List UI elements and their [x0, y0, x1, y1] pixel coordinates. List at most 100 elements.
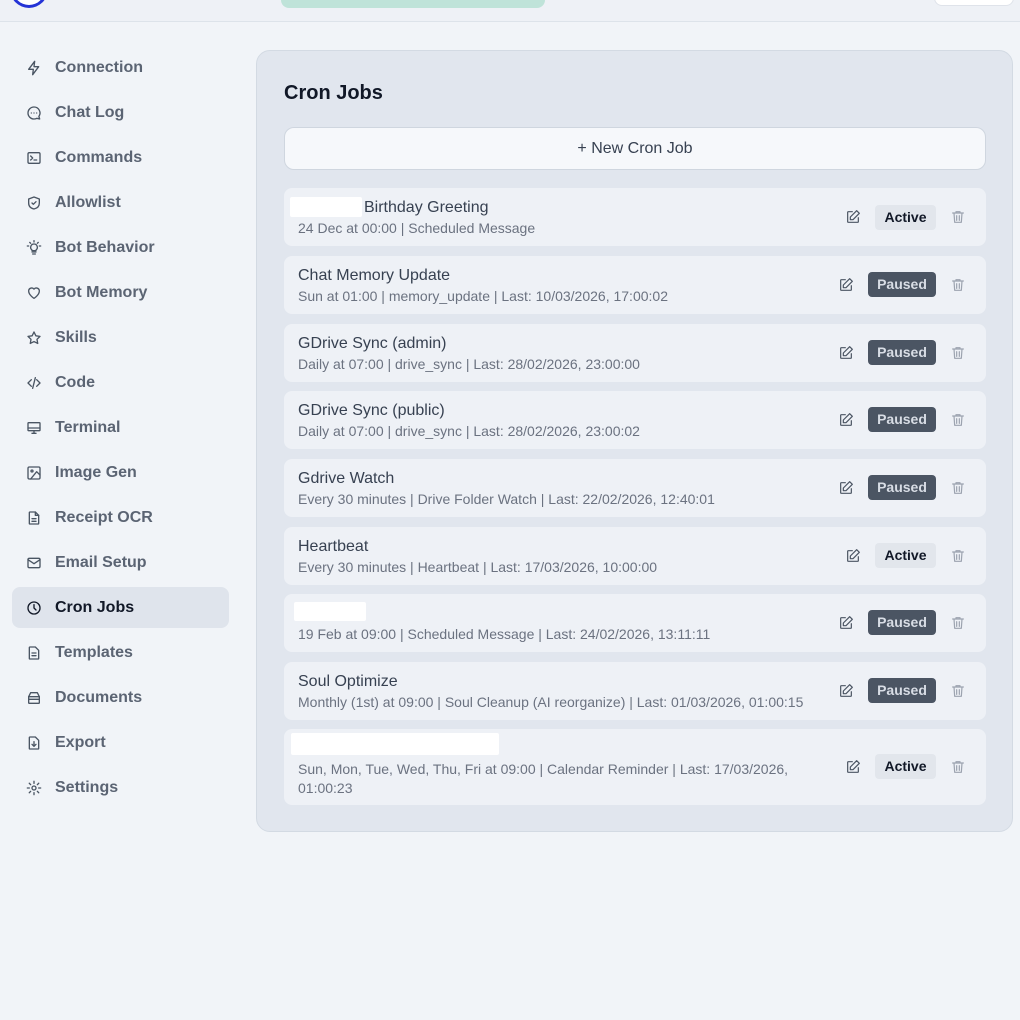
edit-icon[interactable]	[845, 209, 861, 225]
trash-icon[interactable]	[950, 548, 966, 564]
sidebar-item-label: Bot Memory	[55, 283, 148, 301]
edit-icon[interactable]	[838, 615, 854, 631]
sidebar-item-label: Receipt OCR	[55, 508, 153, 526]
sidebar: Connection Chat Log Commands Allowlist B…	[12, 47, 229, 812]
trash-icon[interactable]	[950, 345, 966, 361]
sidebar-item-label: Export	[55, 733, 106, 751]
job-name: Soul Optimize	[298, 673, 398, 690]
cron-job-row[interactable]: GDrive Sync (admin) Daily at 07:00 | dri…	[284, 324, 986, 382]
status-badge[interactable]: Paused	[868, 340, 936, 365]
sidebar-item-label: Templates	[55, 643, 133, 661]
sidebar-item-templates[interactable]: Templates	[12, 632, 229, 673]
trash-icon[interactable]	[950, 277, 966, 293]
sidebar-item-commands[interactable]: Commands	[12, 137, 229, 178]
cron-job-row[interactable]: Soul Optimize Monthly (1st) at 09:00 | S…	[284, 662, 986, 720]
sidebar-item-label: Cron Jobs	[55, 598, 135, 616]
top-bar	[0, 0, 1020, 22]
new-cron-job-button[interactable]: + New Cron Job	[284, 127, 986, 170]
sidebar-item-documents[interactable]: Documents	[12, 677, 229, 718]
shield-check-icon	[25, 194, 43, 212]
redacted-text	[291, 733, 499, 755]
sidebar-item-label: Allowlist	[55, 193, 121, 211]
cron-job-row[interactable]: Chat Memory Update Sun at 01:00 | memory…	[284, 256, 986, 314]
top-right-button[interactable]	[934, 0, 1014, 6]
redacted-text	[294, 602, 366, 621]
trash-icon[interactable]	[950, 412, 966, 428]
download-file-icon	[25, 734, 43, 752]
status-badge[interactable]: Paused	[868, 610, 936, 635]
sidebar-item-settings[interactable]: Settings	[12, 767, 229, 808]
sidebar-item-label: Image Gen	[55, 463, 137, 481]
sidebar-item-skills[interactable]: Skills	[12, 317, 229, 358]
bolt-icon	[25, 59, 43, 77]
sidebar-item-chat-log[interactable]: Chat Log	[12, 92, 229, 133]
sidebar-item-allowlist[interactable]: Allowlist	[12, 182, 229, 223]
status-badge[interactable]: Active	[875, 543, 936, 568]
status-badge[interactable]: Paused	[868, 272, 936, 297]
sidebar-item-label: Terminal	[55, 418, 121, 436]
edit-icon[interactable]	[838, 277, 854, 293]
cron-jobs-panel: Cron Jobs + New Cron Job Birthday Greeti…	[256, 50, 1013, 832]
sidebar-item-label: Skills	[55, 328, 97, 346]
job-schedule: 19 Feb at 09:00 | Scheduled Message | La…	[298, 626, 711, 642]
trash-icon[interactable]	[950, 209, 966, 225]
sidebar-item-export[interactable]: Export	[12, 722, 229, 763]
archive-icon	[25, 689, 43, 707]
edit-icon[interactable]	[838, 412, 854, 428]
job-name: Gdrive Watch	[298, 470, 395, 487]
cron-job-row[interactable]: GDrive Sync (public) Daily at 07:00 | dr…	[284, 391, 986, 449]
cron-job-row[interactable]: Sun, Mon, Tue, Wed, Thu, Fri at 09:00 | …	[284, 729, 986, 805]
trash-icon[interactable]	[950, 615, 966, 631]
status-badge[interactable]: Paused	[868, 407, 936, 432]
monitor-icon	[25, 419, 43, 437]
job-name: Heartbeat	[298, 538, 369, 555]
status-badge[interactable]: Active	[875, 754, 936, 779]
sidebar-item-bot-memory[interactable]: Bot Memory	[12, 272, 229, 313]
mail-icon	[25, 554, 43, 572]
edit-icon[interactable]	[838, 345, 854, 361]
cron-job-row[interactable]: Heartbeat Every 30 minutes | Heartbeat |…	[284, 527, 986, 585]
redacted-text	[290, 197, 362, 217]
sidebar-item-bot-behavior[interactable]: Bot Behavior	[12, 227, 229, 268]
star-icon	[25, 329, 43, 347]
trash-icon[interactable]	[950, 759, 966, 775]
sidebar-item-receipt-ocr[interactable]: Receipt OCR	[12, 497, 229, 538]
chat-bubble-icon	[25, 104, 43, 122]
cron-job-row[interactable]: Birthday Greeting 24 Dec at 00:00 | Sche…	[284, 188, 986, 246]
edit-icon[interactable]	[838, 683, 854, 699]
trash-icon[interactable]	[950, 683, 966, 699]
job-schedule: Every 30 minutes | Drive Folder Watch | …	[298, 491, 715, 507]
edit-icon[interactable]	[845, 548, 861, 564]
sidebar-item-cron-jobs[interactable]: Cron Jobs	[12, 587, 229, 628]
top-status-pill[interactable]	[281, 0, 545, 8]
cron-job-row[interactable]: 19 Feb at 09:00 | Scheduled Message | La…	[284, 594, 986, 652]
heart-icon	[25, 284, 43, 302]
status-badge[interactable]: Paused	[868, 678, 936, 703]
gear-icon	[25, 779, 43, 797]
status-badge[interactable]: Active	[875, 205, 936, 230]
job-schedule: Sun, Mon, Tue, Wed, Thu, Fri at 09:00 | …	[298, 761, 789, 796]
job-schedule: 24 Dec at 00:00 | Scheduled Message	[298, 220, 536, 236]
sidebar-item-label: Commands	[55, 148, 143, 166]
lightbulb-icon	[25, 239, 43, 257]
app-logo[interactable]	[10, 0, 48, 8]
sidebar-item-code[interactable]: Code	[12, 362, 229, 403]
sidebar-item-connection[interactable]: Connection	[12, 47, 229, 88]
sidebar-item-email-setup[interactable]: Email Setup	[12, 542, 229, 583]
job-schedule: Daily at 07:00 | drive_sync | Last: 28/0…	[298, 356, 640, 372]
trash-icon[interactable]	[950, 480, 966, 496]
job-schedule: Monthly (1st) at 09:00 | Soul Cleanup (A…	[298, 694, 804, 710]
edit-icon[interactable]	[838, 480, 854, 496]
code-icon	[25, 374, 43, 392]
edit-icon[interactable]	[845, 759, 861, 775]
sidebar-item-image-gen[interactable]: Image Gen	[12, 452, 229, 493]
status-badge[interactable]: Paused	[868, 475, 936, 500]
job-name: Birthday Greeting	[364, 199, 489, 216]
image-icon	[25, 464, 43, 482]
clock-icon	[25, 599, 43, 617]
sidebar-item-terminal[interactable]: Terminal	[12, 407, 229, 448]
sidebar-item-label: Connection	[55, 58, 143, 76]
job-name: GDrive Sync (admin)	[298, 335, 447, 352]
sidebar-item-label: Chat Log	[55, 103, 125, 121]
cron-job-row[interactable]: Gdrive Watch Every 30 minutes | Drive Fo…	[284, 459, 986, 517]
